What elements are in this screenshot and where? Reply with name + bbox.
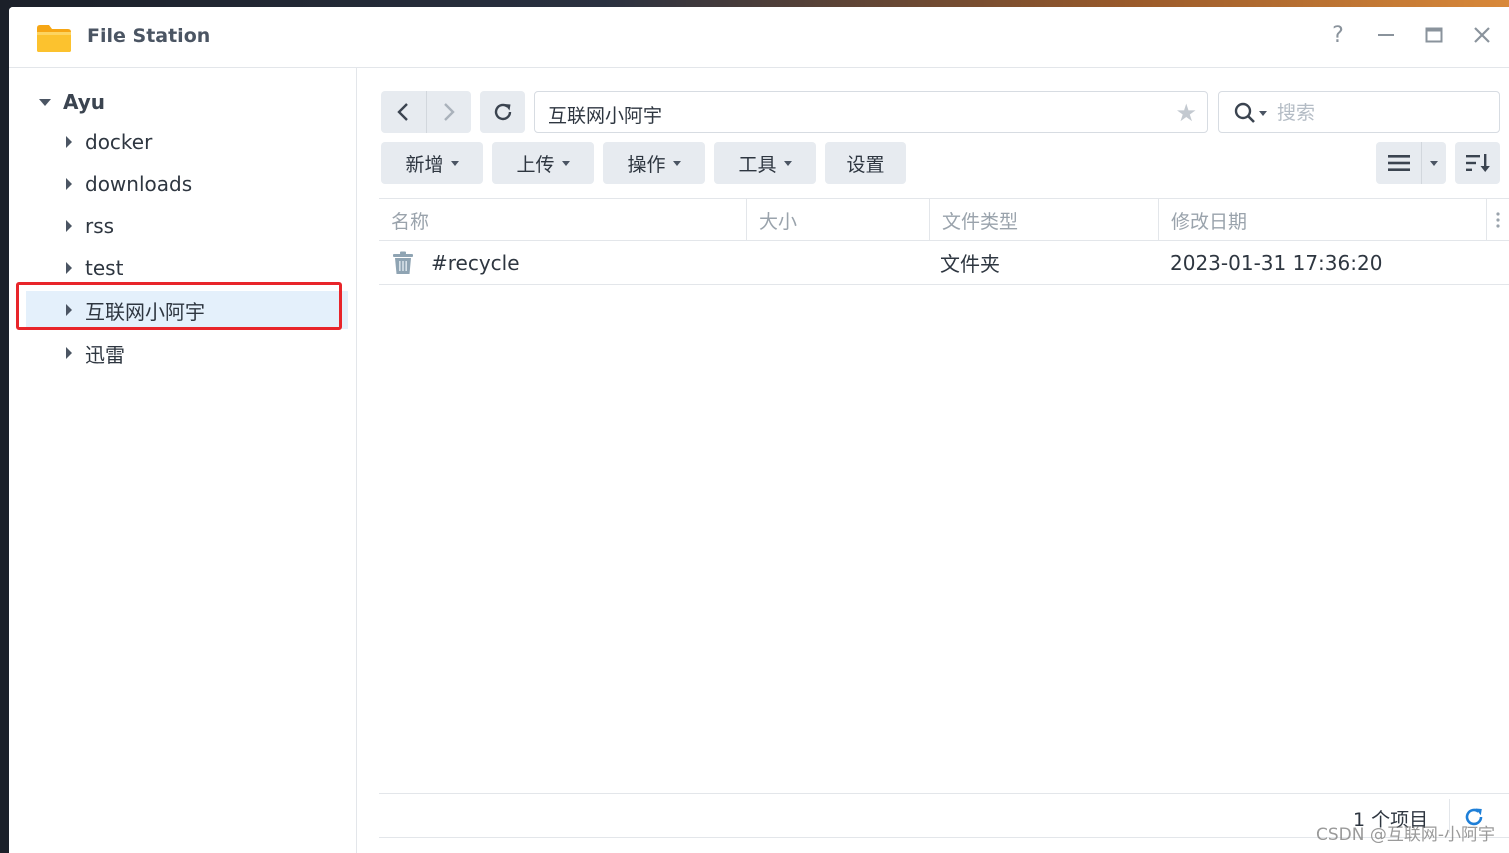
caret-right-icon xyxy=(66,304,72,316)
column-header-size[interactable]: 大小 xyxy=(746,199,929,241)
window-title: File Station xyxy=(87,25,211,47)
dropdown-caret-icon xyxy=(450,160,459,166)
search-icon[interactable] xyxy=(1233,101,1257,125)
refresh-button[interactable] xyxy=(480,91,525,133)
tree-item-label: 互联网小阿宇 xyxy=(85,299,205,324)
view-mode-group xyxy=(1376,142,1446,184)
dropdown-caret-icon xyxy=(561,160,570,166)
view-mode-dropdown[interactable] xyxy=(1421,142,1446,184)
back-button[interactable] xyxy=(381,91,426,133)
upload-button-label: 上传 xyxy=(516,153,555,176)
forward-button[interactable] xyxy=(425,91,472,133)
column-header-modified[interactable]: 修改日期 xyxy=(1158,199,1480,241)
tree-item-xunlei[interactable]: 迅雷 xyxy=(26,334,348,372)
tree-item-label: 迅雷 xyxy=(85,342,125,367)
trash-icon xyxy=(393,251,413,274)
file-type: 文件夹 xyxy=(940,252,1000,276)
folder-tree-sidebar: Ayu docker downloads rss test 互联网小阿宇 迅雷 xyxy=(9,68,357,853)
maximize-icon xyxy=(1425,27,1443,43)
column-header-name[interactable]: 名称 xyxy=(379,199,746,241)
main-panel: 互联网小阿宇 ★ 新增 上传 操作 工具 设置 xyxy=(357,68,1509,853)
maximize-button[interactable] xyxy=(1420,21,1448,49)
tree-item-label: downloads xyxy=(85,172,193,196)
column-menu-button[interactable] xyxy=(1486,199,1509,241)
tree-root-node[interactable]: Ayu xyxy=(39,88,105,116)
caret-right-icon xyxy=(66,262,72,274)
search-input[interactable] xyxy=(1275,98,1489,128)
dropdown-caret-icon xyxy=(783,160,792,166)
tree-item-downloads[interactable]: downloads xyxy=(26,165,348,203)
sort-button[interactable] xyxy=(1455,142,1500,184)
table-row[interactable]: #recycle 文件夹 2023-01-31 17:36:20 xyxy=(379,241,1509,285)
file-station-window: File Station ? Ayu docker downloads rss xyxy=(9,7,1509,853)
column-header-type[interactable]: 文件类型 xyxy=(929,199,1158,241)
settings-button[interactable]: 设置 xyxy=(825,142,906,184)
search-options-caret-icon[interactable] xyxy=(1259,111,1267,116)
new-button[interactable]: 新增 xyxy=(381,142,483,184)
footer-divider xyxy=(379,793,1509,794)
minimize-icon xyxy=(1378,34,1394,36)
tree-item-docker[interactable]: docker xyxy=(26,123,348,161)
list-view-button[interactable] xyxy=(1376,142,1421,184)
file-name: #recycle xyxy=(431,250,520,275)
tools-button[interactable]: 工具 xyxy=(714,142,816,184)
tree-item-test[interactable]: test xyxy=(26,249,348,287)
new-button-label: 新增 xyxy=(405,153,444,176)
minimize-button[interactable] xyxy=(1372,21,1400,49)
action-button[interactable]: 操作 xyxy=(603,142,705,184)
caret-right-icon xyxy=(66,347,72,359)
list-view-icon xyxy=(1387,155,1410,171)
refresh-icon xyxy=(494,103,511,121)
dropdown-caret-icon xyxy=(1430,160,1439,166)
close-button[interactable] xyxy=(1468,21,1496,49)
caret-right-icon xyxy=(66,220,72,232)
tools-button-label: 工具 xyxy=(738,153,777,176)
tree-item-label: rss xyxy=(85,214,115,238)
close-icon xyxy=(1474,27,1490,43)
history-nav-group xyxy=(381,91,471,133)
tree-item-label: test xyxy=(85,256,124,280)
watermark: CSDN @互联网-小阿宇 xyxy=(1315,825,1495,845)
help-button[interactable]: ? xyxy=(1324,21,1352,49)
caret-down-icon xyxy=(39,98,51,106)
folder-app-icon xyxy=(37,25,71,52)
file-grid-header: 名称 大小 文件类型 修改日期 xyxy=(379,198,1509,241)
file-modified: 2023-01-31 17:36:20 xyxy=(1170,250,1383,275)
path-bar[interactable]: 互联网小阿宇 ★ xyxy=(534,91,1208,133)
search-box xyxy=(1218,91,1500,133)
sort-icon xyxy=(1465,154,1490,172)
current-path: 互联网小阿宇 xyxy=(548,105,663,127)
dropdown-caret-icon xyxy=(672,160,681,166)
more-vertical-icon xyxy=(1496,212,1500,228)
upload-button[interactable]: 上传 xyxy=(492,142,594,184)
tree-root-label: Ayu xyxy=(63,90,106,114)
caret-right-icon xyxy=(66,136,72,148)
chevron-left-icon xyxy=(397,103,409,121)
caret-right-icon xyxy=(66,178,72,190)
star-icon[interactable]: ★ xyxy=(1175,99,1197,127)
tree-item-rss[interactable]: rss xyxy=(26,207,348,245)
action-button-label: 操作 xyxy=(627,153,666,176)
tree-item-hulianwang-xiaoayu[interactable]: 互联网小阿宇 xyxy=(26,291,348,329)
chevron-right-icon xyxy=(443,103,455,121)
settings-button-label: 设置 xyxy=(846,153,885,176)
tree-item-label: docker xyxy=(85,130,153,154)
title-bar: File Station ? xyxy=(9,7,1509,68)
